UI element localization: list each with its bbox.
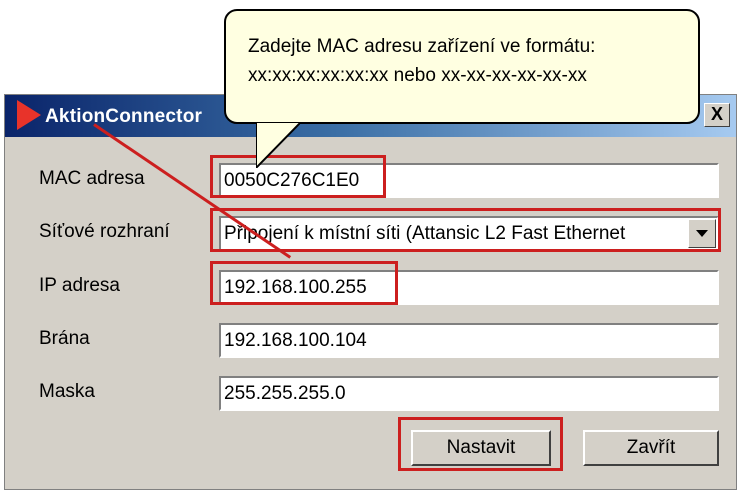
mask-input[interactable]: 255.255.255.0 [219,376,719,411]
gateway-input[interactable]: 192.168.100.104 [219,323,719,358]
mask-label: Maska [39,381,95,402]
ip-label: IP adresa [39,275,120,296]
tooltip-pointer [256,123,300,168]
tooltip-line-1: Zadejte MAC adresu zařízení ve formátu: [248,36,596,57]
ip-highlight [210,261,398,305]
mac-label: MAC adresa [39,168,145,189]
window-title: AktionConnector [45,106,203,127]
gateway-label: Brána [39,328,90,349]
interface-label: Síťové rozhraní [39,221,170,242]
close-button[interactable]: Zavřít [583,430,719,466]
tooltip-line-2: xx:xx:xx:xx:xx:xx nebo xx-xx-xx-xx-xx-xx [248,65,587,86]
interface-highlight [210,208,721,252]
set-button-highlight [398,417,563,471]
close-window-button[interactable]: X [704,103,730,127]
tooltip: Zadejte MAC adresu zařízení ve formátu: … [224,9,700,124]
app-logo-icon [17,100,41,130]
